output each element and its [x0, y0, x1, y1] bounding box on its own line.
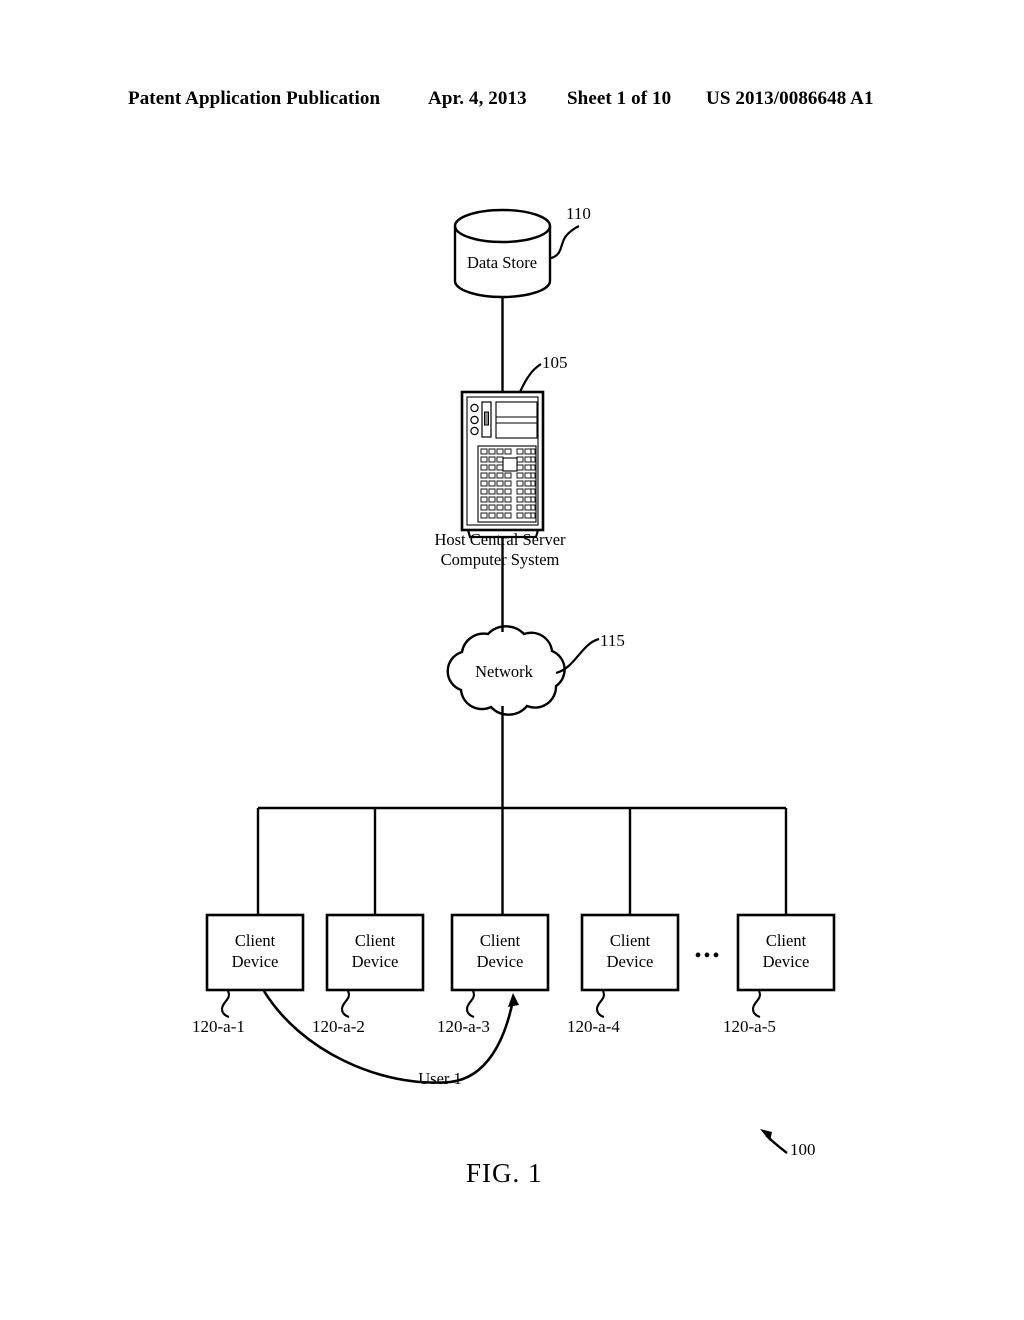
ref-105: 105	[542, 353, 568, 372]
ref-120-a-2: 120-a-2	[312, 1017, 365, 1036]
server-label-line2: Computer System	[440, 550, 560, 569]
ref-115: 115	[600, 631, 625, 650]
ref-120-a-3: 120-a-3	[437, 1017, 490, 1036]
leader-100-arrowhead	[760, 1129, 772, 1141]
data-store-label: Data Store	[466, 253, 538, 272]
ref-120-a-4: 120-a-4	[567, 1017, 620, 1036]
client-label-1-line2: Device	[231, 952, 279, 971]
network-label: Network	[475, 662, 533, 681]
server-shape	[460, 390, 545, 539]
client-label-4-line2: Device	[606, 952, 654, 971]
client-label-2-line1: Client	[354, 931, 396, 950]
user-flow-label: User 1	[418, 1069, 462, 1088]
leader-120-a-1	[220, 990, 230, 1018]
client-label-2-line2: Device	[351, 952, 399, 971]
figure-drawing	[205, 208, 836, 1154]
leader-115	[555, 637, 600, 675]
leader-120-a-2	[340, 990, 350, 1018]
leader-120-a-4	[595, 990, 605, 1018]
client-label-5-line2: Device	[762, 952, 810, 971]
client-label-3-line1: Client	[479, 931, 521, 950]
client-label-5-line1: Client	[765, 931, 807, 950]
ref-110: 110	[566, 204, 591, 223]
figure-caption: FIG. 1	[466, 1158, 543, 1188]
server-label-line1: Host Central Server	[434, 530, 566, 549]
ref-100: 100	[790, 1140, 816, 1159]
leader-110	[550, 225, 580, 260]
leader-120-a-3	[465, 990, 475, 1018]
user-flow-arrowhead	[508, 993, 519, 1007]
client-label-4-line1: Client	[609, 931, 651, 950]
leader-120-a-5	[751, 990, 761, 1018]
leader-105	[518, 363, 542, 393]
ref-120-a-1: 120-a-1	[192, 1017, 245, 1036]
client-label-1-line1: Client	[234, 931, 276, 950]
client-label-3-line2: Device	[476, 952, 524, 971]
clients-ellipsis: •••	[694, 945, 722, 967]
ref-120-a-5: 120-a-5	[723, 1017, 776, 1036]
